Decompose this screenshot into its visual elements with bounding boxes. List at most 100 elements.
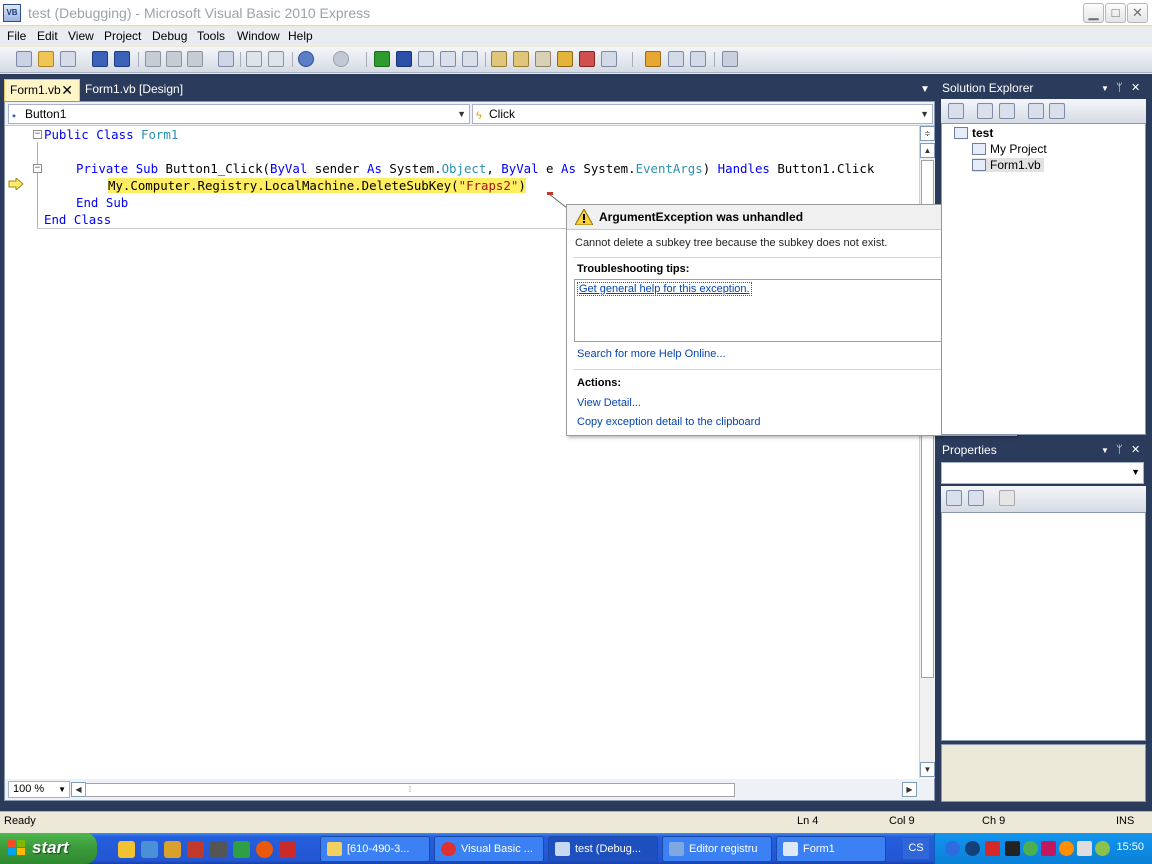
add-item-icon[interactable] — [60, 51, 76, 67]
copy-exception-detail-link[interactable]: Copy exception detail to the clipboard — [577, 416, 760, 428]
tree-item-my-project[interactable]: My Project — [972, 142, 1047, 156]
panel-menu-icon[interactable]: ▼ — [1101, 442, 1109, 459]
menu-window[interactable]: Window — [237, 29, 280, 43]
properties-window-icon[interactable] — [513, 51, 529, 67]
toolbox-icon[interactable] — [535, 51, 551, 67]
event-dropdown[interactable]: ϟ Click ▼ — [472, 104, 933, 124]
paste-icon[interactable] — [187, 51, 203, 67]
open-folder-icon[interactable] — [38, 51, 54, 67]
alphabetical-icon[interactable] — [968, 490, 984, 506]
menu-help[interactable]: Help — [288, 29, 313, 43]
scroll-right-icon[interactable]: ▶ — [902, 782, 917, 797]
object-browser-icon[interactable] — [557, 51, 573, 67]
tray-icon[interactable] — [1059, 841, 1074, 856]
tree-project-test[interactable]: test — [954, 126, 993, 140]
app2-launch-icon[interactable] — [233, 841, 250, 858]
step-into-icon[interactable] — [418, 51, 434, 67]
tab-form1-code[interactable]: Form1.vb ✕ — [4, 79, 80, 101]
split-handle-icon[interactable]: ≑ — [920, 126, 935, 141]
close-icon[interactable]: ✕ — [1131, 442, 1140, 459]
menu-project[interactable]: Project — [104, 29, 141, 43]
menu-debug[interactable]: Debug — [152, 29, 187, 43]
tray-icon[interactable] — [1095, 841, 1110, 856]
taskbar-item-regedit[interactable]: Editor registru — [662, 836, 772, 862]
view-detail-link[interactable]: View Detail... — [577, 397, 641, 409]
categorized-icon[interactable] — [946, 490, 962, 506]
error-list-icon[interactable] — [579, 51, 595, 67]
stop-debugging-icon[interactable] — [396, 51, 412, 67]
close-tab-icon[interactable]: ✕ — [61, 80, 73, 101]
copy-icon[interactable] — [166, 51, 182, 67]
show-next-statement-icon[interactable] — [645, 51, 661, 67]
property-pages-icon[interactable] — [999, 490, 1015, 506]
continue-icon[interactable] — [374, 51, 390, 67]
close-button[interactable]: ✕ — [1127, 3, 1148, 23]
network-tray-icon[interactable] — [1023, 841, 1038, 856]
collapse-sub-icon[interactable]: − — [33, 164, 42, 173]
indicator-margin[interactable] — [5, 126, 29, 764]
maximize-button[interactable]: □ — [1105, 3, 1126, 23]
menu-file[interactable]: File — [7, 29, 26, 43]
refresh-icon[interactable] — [999, 103, 1015, 119]
filezilla-launch-icon[interactable] — [187, 841, 204, 858]
vb-app-icon[interactable]: VB — [3, 4, 21, 22]
tray-icon[interactable] — [1005, 841, 1020, 856]
menu-edit[interactable]: Edit — [37, 29, 58, 43]
redo-icon[interactable] — [333, 51, 349, 67]
document-menu-icon[interactable]: ▼ — [920, 84, 930, 95]
info-launch-icon[interactable] — [118, 841, 135, 858]
scroll-up-icon[interactable]: ▲ — [920, 143, 935, 158]
comment-icon[interactable] — [246, 51, 262, 67]
immediate-window-icon[interactable] — [601, 51, 617, 67]
general-help-link[interactable]: Get general help for this exception. — [577, 282, 752, 296]
ati-tray-icon[interactable] — [985, 841, 1000, 856]
show-all-files-icon[interactable] — [977, 103, 993, 119]
tray-icon[interactable] — [945, 841, 960, 856]
close-icon[interactable]: ✕ — [1131, 80, 1140, 97]
menu-tools[interactable]: Tools — [197, 29, 225, 43]
cut-icon[interactable] — [145, 51, 161, 67]
hex-display-icon[interactable] — [668, 51, 684, 67]
start-button[interactable]: start — [0, 833, 97, 864]
search-help-online-link[interactable]: Search for more Help Online... — [577, 348, 726, 360]
solution-explorer-icon[interactable] — [491, 51, 507, 67]
undo-icon[interactable] — [298, 51, 314, 67]
step-out-icon[interactable] — [462, 51, 478, 67]
tray-icon[interactable] — [965, 841, 980, 856]
panel-menu-icon[interactable]: ▼ — [1101, 80, 1109, 97]
view-code-icon[interactable] — [1028, 103, 1044, 119]
pin-icon[interactable]: ᛘ — [1116, 442, 1123, 459]
volume-icon[interactable] — [1077, 841, 1092, 856]
browser-launch-icon[interactable] — [256, 841, 273, 858]
find-icon[interactable] — [218, 51, 234, 67]
taskbar-item-form1[interactable]: Form1 — [776, 836, 886, 862]
pin-icon[interactable]: ᛘ — [1116, 80, 1123, 97]
object-dropdown[interactable]: ⬩ Button1 ▼ — [8, 104, 470, 124]
save-all-icon[interactable] — [114, 51, 130, 67]
step-over-icon[interactable] — [440, 51, 456, 67]
taskbar-item-opera[interactable]: Visual Basic ... — [434, 836, 544, 862]
zoom-dropdown[interactable]: 100 % ▼ — [8, 781, 70, 798]
app-launch-icon[interactable] — [164, 841, 181, 858]
tree-item-form1[interactable]: Form1.vb — [972, 158, 1044, 172]
media-launch-icon[interactable] — [279, 841, 296, 858]
tab-form1-design[interactable]: Form1.vb [Design] — [80, 79, 200, 101]
properties-object-dropdown[interactable]: ▼ — [941, 462, 1144, 484]
solution-tree[interactable]: test My Project Form1.vb — [941, 123, 1146, 435]
language-indicator[interactable]: CS — [903, 838, 929, 859]
taskbar-item-1[interactable]: [610-490-3... — [320, 836, 430, 862]
uncomment-icon[interactable] — [268, 51, 284, 67]
steam-launch-icon[interactable] — [210, 841, 227, 858]
taskbar-item-vb-debugging[interactable]: test (Debug... — [548, 836, 658, 862]
property-grid[interactable] — [941, 512, 1146, 741]
minimize-button[interactable]: ▁ — [1083, 3, 1104, 23]
horizontal-scroll-thumb[interactable]: ⁞ — [85, 783, 735, 797]
new-project-icon[interactable] — [16, 51, 32, 67]
collapse-class-icon[interactable]: − — [33, 130, 42, 139]
antivirus-tray-icon[interactable] — [1041, 841, 1056, 856]
view-designer-icon[interactable] — [1049, 103, 1065, 119]
scroll-left-icon[interactable]: ◀ — [71, 782, 86, 797]
menu-view[interactable]: View — [68, 29, 94, 43]
toolbar-options-icon[interactable] — [722, 51, 738, 67]
breakpoints-icon[interactable] — [690, 51, 706, 67]
